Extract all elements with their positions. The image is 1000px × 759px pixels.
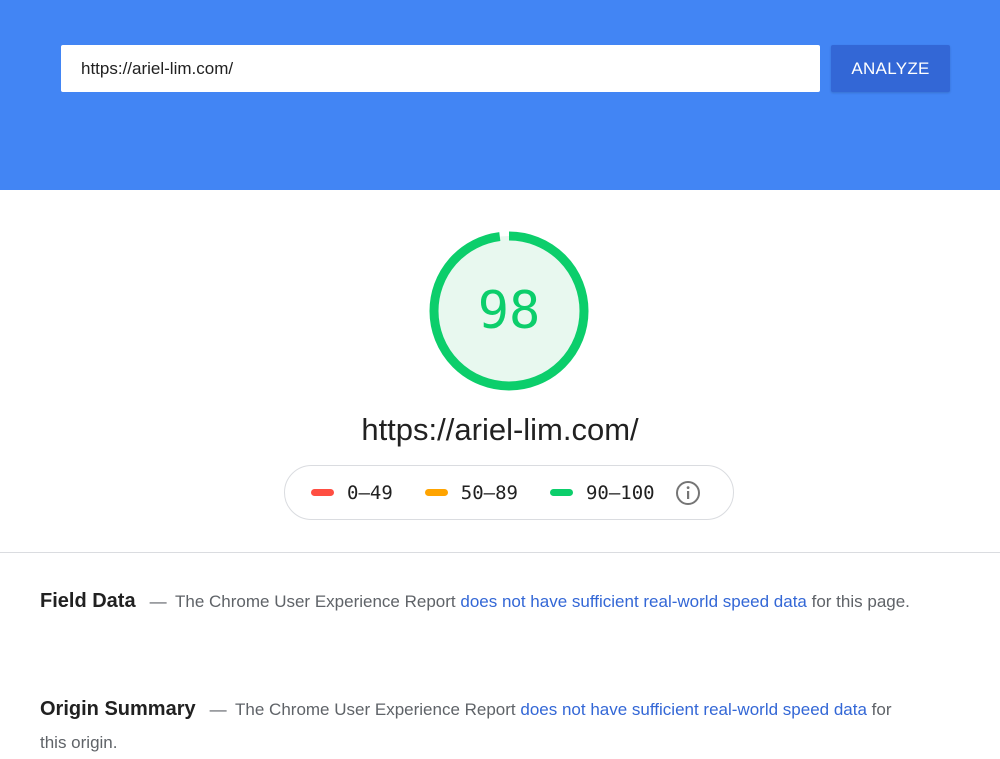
- section-divider: [0, 552, 1000, 553]
- legend-range-average: 50–89: [460, 481, 518, 504]
- legend-swatch-fail: [311, 489, 334, 496]
- url-input[interactable]: [61, 45, 820, 92]
- field-data-text-after: for this page.: [811, 592, 910, 611]
- info-icon[interactable]: [675, 480, 701, 506]
- legend-swatch-pass: [549, 489, 573, 496]
- legend-item-pass: 90–100: [549, 481, 655, 504]
- header-bar: ANALYZE: [0, 0, 1000, 190]
- origin-summary-dash: —: [209, 700, 227, 719]
- field-data-section: Field Data — The Chrome User Experience R…: [40, 585, 920, 618]
- performance-score: 98: [477, 281, 541, 341]
- field-data-title: Field Data: [40, 590, 136, 612]
- tested-url: https://ariel-lim.com/: [361, 412, 639, 447]
- field-data-text: The Chrome User Experience Report: [175, 592, 456, 611]
- score-legend: 0–49 50–89 90–100: [284, 465, 734, 520]
- origin-summary-text: The Chrome User Experience Report: [235, 700, 516, 719]
- field-data-link[interactable]: does not have sufficient real-world spee…: [460, 592, 807, 611]
- legend-swatch-average: [424, 489, 448, 496]
- legend-range-fail: 0–49: [347, 481, 393, 504]
- origin-summary-link[interactable]: does not have sufficient real-world spee…: [520, 700, 867, 719]
- score-gauge: 98: [429, 231, 589, 391]
- origin-summary-title: Origin Summary: [40, 698, 196, 720]
- legend-item-fail: 0–49: [311, 482, 393, 504]
- analyze-button[interactable]: ANALYZE: [831, 45, 950, 92]
- legend-item-average: 50–89: [424, 481, 518, 504]
- legend-range-pass: 90–100: [585, 481, 655, 504]
- origin-summary-section: Origin Summary — The Chrome User Experien…: [40, 693, 920, 759]
- field-data-dash: —: [149, 592, 167, 611]
